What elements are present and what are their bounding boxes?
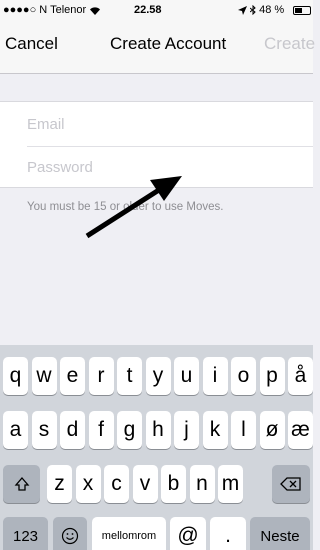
key-j-label: j: [184, 418, 189, 441]
numbers-key[interactable]: 123: [3, 517, 48, 550]
key-r[interactable]: r: [88, 357, 114, 395]
key-f-label: f: [98, 418, 104, 441]
key-ø-label: ø: [265, 418, 279, 441]
key-c-label: c: [111, 472, 122, 495]
key-z-label: z: [54, 472, 65, 495]
key-å[interactable]: å: [288, 357, 313, 395]
key-æ-label: æ: [291, 418, 310, 441]
key-k-label: k: [209, 418, 221, 441]
key-t-label: t: [126, 364, 133, 387]
key-a-label: a: [9, 418, 22, 441]
key-z[interactable]: z: [47, 465, 72, 503]
key-p-label: p: [266, 364, 278, 387]
space-key-label: mellomrom: [101, 530, 157, 542]
key-g-label: g: [123, 418, 136, 441]
key-i[interactable]: i: [202, 357, 228, 395]
key-l-label: l: [241, 418, 246, 441]
key-k[interactable]: k: [202, 411, 228, 449]
key-n[interactable]: n: [189, 465, 215, 503]
backspace-key[interactable]: [272, 465, 310, 503]
key-d-label: d: [66, 418, 79, 441]
key-o-label: o: [237, 364, 250, 387]
numbers-key-label: 123: [12, 527, 39, 545]
keyboard: q w e r t y u i o p å a s d f g h j k l ø æ z x c v b n m 123 mellomro…: [0, 345, 313, 550]
key-e-label: e: [66, 364, 79, 387]
key-r-label: r: [97, 364, 105, 387]
key-q-label: q: [9, 364, 22, 387]
key-n-label: n: [196, 472, 208, 495]
key-v-label: v: [139, 472, 151, 495]
dot-key[interactable]: .: [210, 517, 246, 550]
key-å-label: å: [294, 364, 307, 387]
key-æ[interactable]: æ: [288, 411, 313, 449]
key-l[interactable]: l: [231, 411, 256, 449]
key-q[interactable]: q: [3, 357, 28, 395]
key-g[interactable]: g: [117, 411, 142, 449]
key-e[interactable]: e: [60, 357, 85, 395]
key-x-label: x: [82, 472, 94, 495]
emoji-icon: [61, 527, 79, 545]
key-h-label: h: [152, 418, 164, 441]
key-x[interactable]: x: [75, 465, 101, 503]
space-key[interactable]: mellomrom: [92, 517, 166, 550]
annotation-arrow-icon: [85, 176, 182, 239]
at-key-label: @: [177, 524, 199, 547]
key-d[interactable]: d: [60, 411, 85, 449]
key-w-label: w: [36, 364, 52, 387]
key-s-label: s: [38, 418, 50, 441]
at-key[interactable]: @: [170, 517, 206, 550]
key-a[interactable]: a: [3, 411, 28, 449]
key-b[interactable]: b: [161, 465, 186, 503]
key-u[interactable]: u: [174, 357, 199, 395]
dot-key-label: .: [225, 524, 231, 547]
key-i-label: i: [212, 364, 218, 387]
key-c[interactable]: c: [104, 465, 129, 503]
key-u-label: u: [180, 364, 193, 387]
key-v[interactable]: v: [132, 465, 158, 503]
return-key-label: Neste: [260, 527, 300, 545]
key-o[interactable]: o: [231, 357, 256, 395]
key-f[interactable]: f: [88, 411, 114, 449]
key-s[interactable]: s: [31, 411, 57, 449]
return-key[interactable]: Neste: [250, 517, 310, 550]
key-ø[interactable]: ø: [259, 411, 285, 449]
key-t[interactable]: t: [117, 357, 142, 395]
key-b-label: b: [167, 472, 180, 495]
key-h[interactable]: h: [145, 411, 171, 449]
backspace-icon: [280, 477, 301, 491]
key-p[interactable]: p: [259, 357, 285, 395]
key-m-label: m: [221, 472, 240, 495]
shift-icon: [14, 477, 29, 491]
key-m[interactable]: m: [218, 465, 243, 503]
shift-key[interactable]: [3, 465, 40, 503]
key-j[interactable]: j: [174, 411, 199, 449]
key-y[interactable]: y: [145, 357, 171, 395]
key-y-label: y: [152, 364, 164, 387]
emoji-key[interactable]: [53, 517, 87, 550]
key-w[interactable]: w: [31, 357, 57, 395]
